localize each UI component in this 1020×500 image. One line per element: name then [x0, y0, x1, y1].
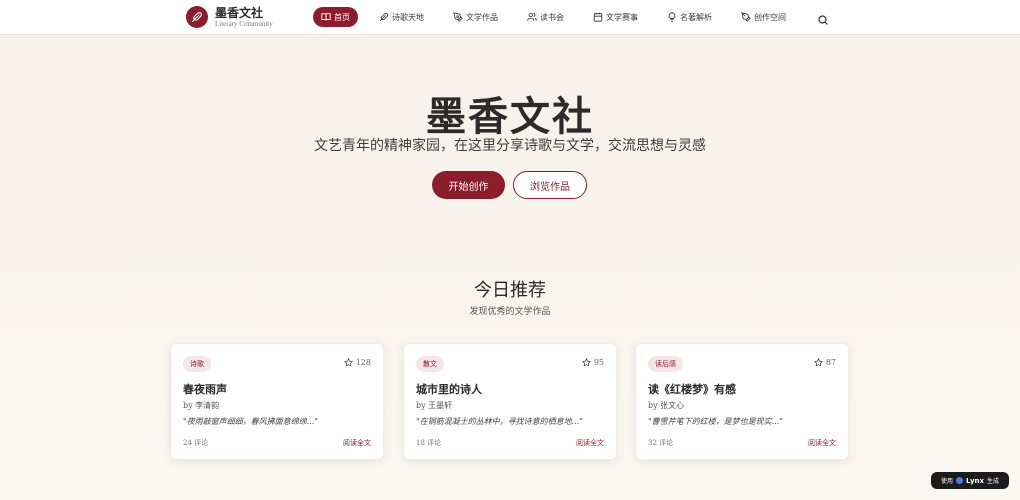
work-card[interactable]: 读后感 87 读《红楼梦》有感 by 张文心 "曹雪芹笔下的红楼，是梦也是现实.…	[635, 343, 849, 460]
feather-logo-icon	[186, 6, 208, 28]
nav-item-reading-club[interactable]: 读书会	[521, 7, 570, 27]
card-title[interactable]: 春夜雨声	[183, 381, 227, 397]
section-subtitle: 发现优秀的文学作品	[469, 307, 551, 317]
likes-count[interactable]: 87	[813, 358, 836, 367]
start-writing-button[interactable]: 开始创作	[432, 171, 505, 199]
nav-item-label: 名著解析	[680, 12, 712, 22]
search-icon	[818, 15, 828, 25]
hero-title: 墨香文社	[426, 93, 594, 140]
section-title: 今日推荐	[474, 280, 546, 301]
nav-item-label: 创作空间	[754, 12, 786, 22]
nav-item-poetry[interactable]: 诗歌天地	[373, 7, 430, 27]
badge-prefix: 使用	[940, 478, 953, 485]
nav-item-label: 首页	[334, 12, 350, 22]
feather-icon	[379, 12, 389, 22]
read-more-link[interactable]: 阅读全文	[576, 438, 604, 448]
brand-subtitle: Literary Community	[215, 19, 273, 28]
comments-count: 24 评论	[183, 439, 209, 447]
comments-count: 32 评论	[648, 439, 674, 447]
badge-name: Lynx	[965, 476, 985, 485]
users-icon	[527, 12, 537, 21]
category-tag: 诗歌	[183, 356, 211, 372]
nav-item-label: 文学赛事	[606, 12, 638, 22]
hero-subtitle: 文艺青年的精神家园，在这里分享诗歌与文学，交流思想与灵感	[314, 138, 706, 154]
read-more-link[interactable]: 阅读全文	[343, 438, 371, 448]
nav-item-label: 文学作品	[466, 12, 498, 22]
lightbulb-icon	[668, 12, 676, 22]
book-open-icon	[321, 13, 331, 21]
calendar-icon	[593, 12, 603, 22]
generator-badge[interactable]: 使用 Lynx 生成	[931, 472, 1009, 489]
likes-value: 128	[355, 358, 371, 367]
read-more-link[interactable]: 阅读全文	[808, 438, 836, 448]
brand-title: 墨香文社	[215, 5, 264, 20]
card-excerpt: "曹雪芹笔下的红楼，是梦也是现实..."	[648, 417, 783, 426]
comments-count: 18 评论	[416, 439, 442, 447]
card-excerpt: "夜雨敲窗声细细，春风拂面意绵绵..."	[183, 417, 318, 426]
top-nav: 墨香文社 Literary Community 首页 诗歌天地 文学作品 读书会…	[0, 0, 1020, 35]
pen-icon	[453, 12, 463, 22]
card-title[interactable]: 读《红楼梦》有感	[648, 381, 736, 397]
lynx-logo-icon	[955, 477, 963, 484]
card-author: by 王墨轩	[416, 401, 453, 410]
badge-suffix: 生成	[987, 478, 1000, 485]
star-icon	[581, 358, 591, 367]
likes-value: 87	[825, 358, 836, 367]
likes-count[interactable]: 128	[343, 358, 371, 367]
category-tag: 散文	[416, 356, 444, 372]
nav-item-creative-space[interactable]: 创作空间	[735, 7, 792, 27]
category-tag: 读后感	[648, 356, 683, 372]
search-button[interactable]	[817, 11, 829, 25]
likes-count[interactable]: 95	[581, 358, 604, 367]
card-author: by 张文心	[648, 401, 685, 410]
nav-item-label: 读书会	[540, 12, 564, 22]
star-icon	[813, 358, 823, 367]
brand[interactable]: 墨香文社 Literary Community	[186, 6, 273, 28]
nav-item-classics[interactable]: 名著解析	[661, 7, 718, 27]
card-title[interactable]: 城市里的诗人	[416, 381, 482, 397]
star-icon	[343, 358, 353, 367]
work-card[interactable]: 诗歌 128 春夜雨声 by 李清韵 "夜雨敲窗声细细，春风拂面意绵绵..." …	[170, 343, 384, 460]
card-excerpt: "在钢筋混凝土的丛林中，寻找诗意的栖息地..."	[416, 417, 583, 426]
card-author: by 李清韵	[183, 401, 220, 410]
nav-menu: 首页 诗歌天地 文学作品 读书会 文学赛事 名著解析 创作空间	[313, 7, 809, 27]
nav-item-label: 诗歌天地	[392, 12, 424, 22]
nav-item-works[interactable]: 文学作品	[447, 7, 504, 27]
nav-item-contests[interactable]: 文学赛事	[587, 7, 644, 27]
pen-tool-icon	[741, 12, 751, 22]
likes-value: 95	[593, 358, 604, 367]
nav-item-home[interactable]: 首页	[313, 7, 358, 27]
work-card[interactable]: 散文 95 城市里的诗人 by 王墨轩 "在钢筋混凝土的丛林中，寻找诗意的栖息地…	[403, 343, 617, 460]
browse-works-button[interactable]: 浏览作品	[513, 171, 587, 199]
